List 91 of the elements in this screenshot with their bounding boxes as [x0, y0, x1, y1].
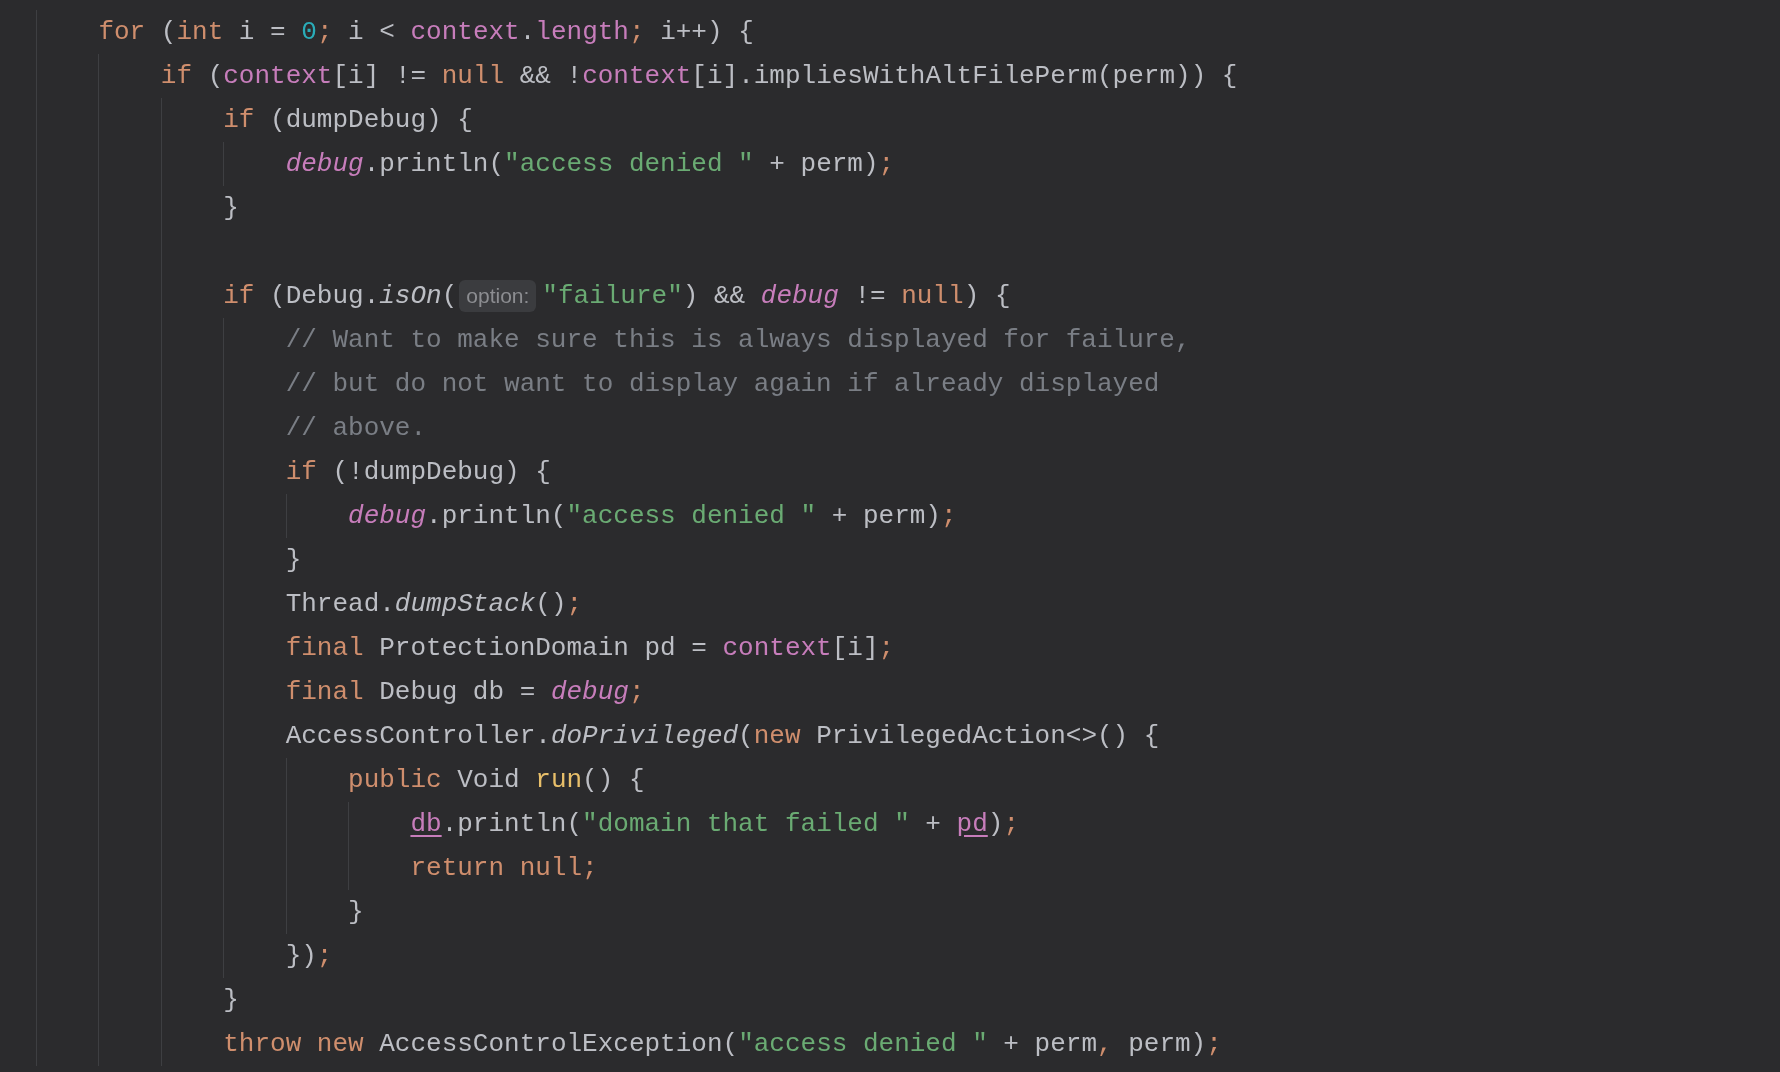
field-name: context [223, 60, 333, 93]
code-text: } [223, 984, 239, 1017]
code-text: != [853, 280, 887, 313]
code-text: + perm) [830, 500, 941, 533]
field-name: context [722, 632, 832, 665]
code-text: (Debug. [269, 280, 380, 313]
comment: // but do not want to display again if already displayed [285, 368, 1160, 401]
keyword: if [223, 280, 255, 313]
keyword: new [753, 720, 801, 753]
code-text: + perm) [768, 148, 879, 181]
keyword: int [176, 16, 224, 49]
field-name: debug [760, 280, 839, 313]
keyword: if [223, 104, 255, 137]
method-name: run [535, 764, 583, 797]
comment: // above. [285, 412, 427, 445]
string-literal: "access denied " [738, 1028, 988, 1061]
punctuation: ; [878, 632, 895, 665]
keyword: throw new [223, 1028, 364, 1061]
field-name: debug [348, 500, 427, 533]
keyword: for [98, 16, 146, 49]
code-text: ProtectionDomain pd = [378, 632, 708, 665]
code-text: AccessControlException( [378, 1028, 739, 1061]
code-text: PrivilegedAction<>() { [815, 720, 1160, 753]
comment: // Want to make sure this is always displayed for failure, [285, 324, 1191, 357]
code-text: && ! [518, 60, 583, 93]
code-text: i++) { [659, 16, 754, 49]
code-text: .println( [441, 808, 583, 841]
field-name: context [582, 60, 692, 93]
punctuation: ; [316, 940, 333, 973]
code-text: () [535, 588, 567, 621]
code-text: () { [582, 764, 645, 797]
code-text: }) [285, 940, 317, 973]
code-text: [i].impliesWithAltFilePerm(perm)) { [691, 60, 1238, 93]
code-text: ) [987, 808, 1004, 841]
punctuation: ; [316, 16, 333, 49]
method-name: isOn [379, 280, 442, 313]
code-text: ( [206, 60, 224, 93]
string-literal: "failure" [542, 280, 683, 313]
code-text: .println( [426, 500, 567, 533]
field-name: debug [285, 148, 364, 181]
code-text: Thread. [285, 588, 395, 621]
method-name: dumpStack [394, 588, 536, 621]
code-text: AccessController. [285, 720, 551, 753]
code-text: ( [159, 16, 177, 49]
string-literal: "access denied " [566, 500, 817, 533]
code-text: } [223, 192, 239, 225]
field-name: context [410, 16, 520, 49]
code-text: ( [441, 280, 458, 313]
punctuation: ; [566, 588, 583, 621]
keyword: return null; [410, 852, 598, 885]
punctuation: ; [940, 500, 957, 533]
code-text: [i] != [332, 60, 428, 93]
code-text: perm) [1127, 1028, 1207, 1061]
punctuation: ; [1206, 1028, 1222, 1061]
string-literal: "access denied " [504, 148, 754, 181]
code-text: . [519, 16, 536, 49]
field-name: debug [550, 676, 629, 709]
punctuation: ; [1003, 808, 1019, 841]
code-text: } [348, 896, 364, 929]
method-name: doPrivileged [550, 720, 739, 753]
code-text: ) { [963, 280, 1011, 313]
punctuation: ; [628, 16, 645, 49]
code-text: (!dumpDebug) { [331, 456, 551, 489]
number-literal: 0 [301, 16, 317, 49]
code-text: Void [456, 764, 521, 797]
code-text: [i] [831, 632, 879, 665]
keyword: final [285, 632, 364, 665]
keyword: if [160, 60, 193, 93]
variable-name: db [410, 808, 442, 841]
keyword: final [285, 676, 364, 709]
keyword: null [901, 280, 964, 313]
keyword: public [348, 764, 442, 797]
code-text: i = [237, 16, 287, 49]
code-text: (dumpDebug) { [269, 104, 473, 137]
code-text: } [285, 544, 302, 577]
string-literal: "domain that failed " [582, 808, 910, 841]
code-text: ( [738, 720, 754, 753]
code-text: .println( [363, 148, 505, 181]
code-text: + perm [1002, 1028, 1097, 1061]
punctuation: ; [628, 676, 645, 709]
keyword: null [441, 60, 505, 93]
parameter-hint: option: [459, 280, 537, 312]
field-name: length [535, 16, 629, 49]
code-text: i < [347, 16, 396, 49]
code-text: ) && [682, 280, 747, 313]
code-text: Debug db = [378, 676, 537, 709]
keyword: if [285, 456, 317, 489]
variable-name: pd [956, 808, 988, 841]
code-text: + [924, 808, 942, 841]
punctuation: ; [878, 148, 895, 181]
punctuation: , [1097, 1028, 1113, 1061]
